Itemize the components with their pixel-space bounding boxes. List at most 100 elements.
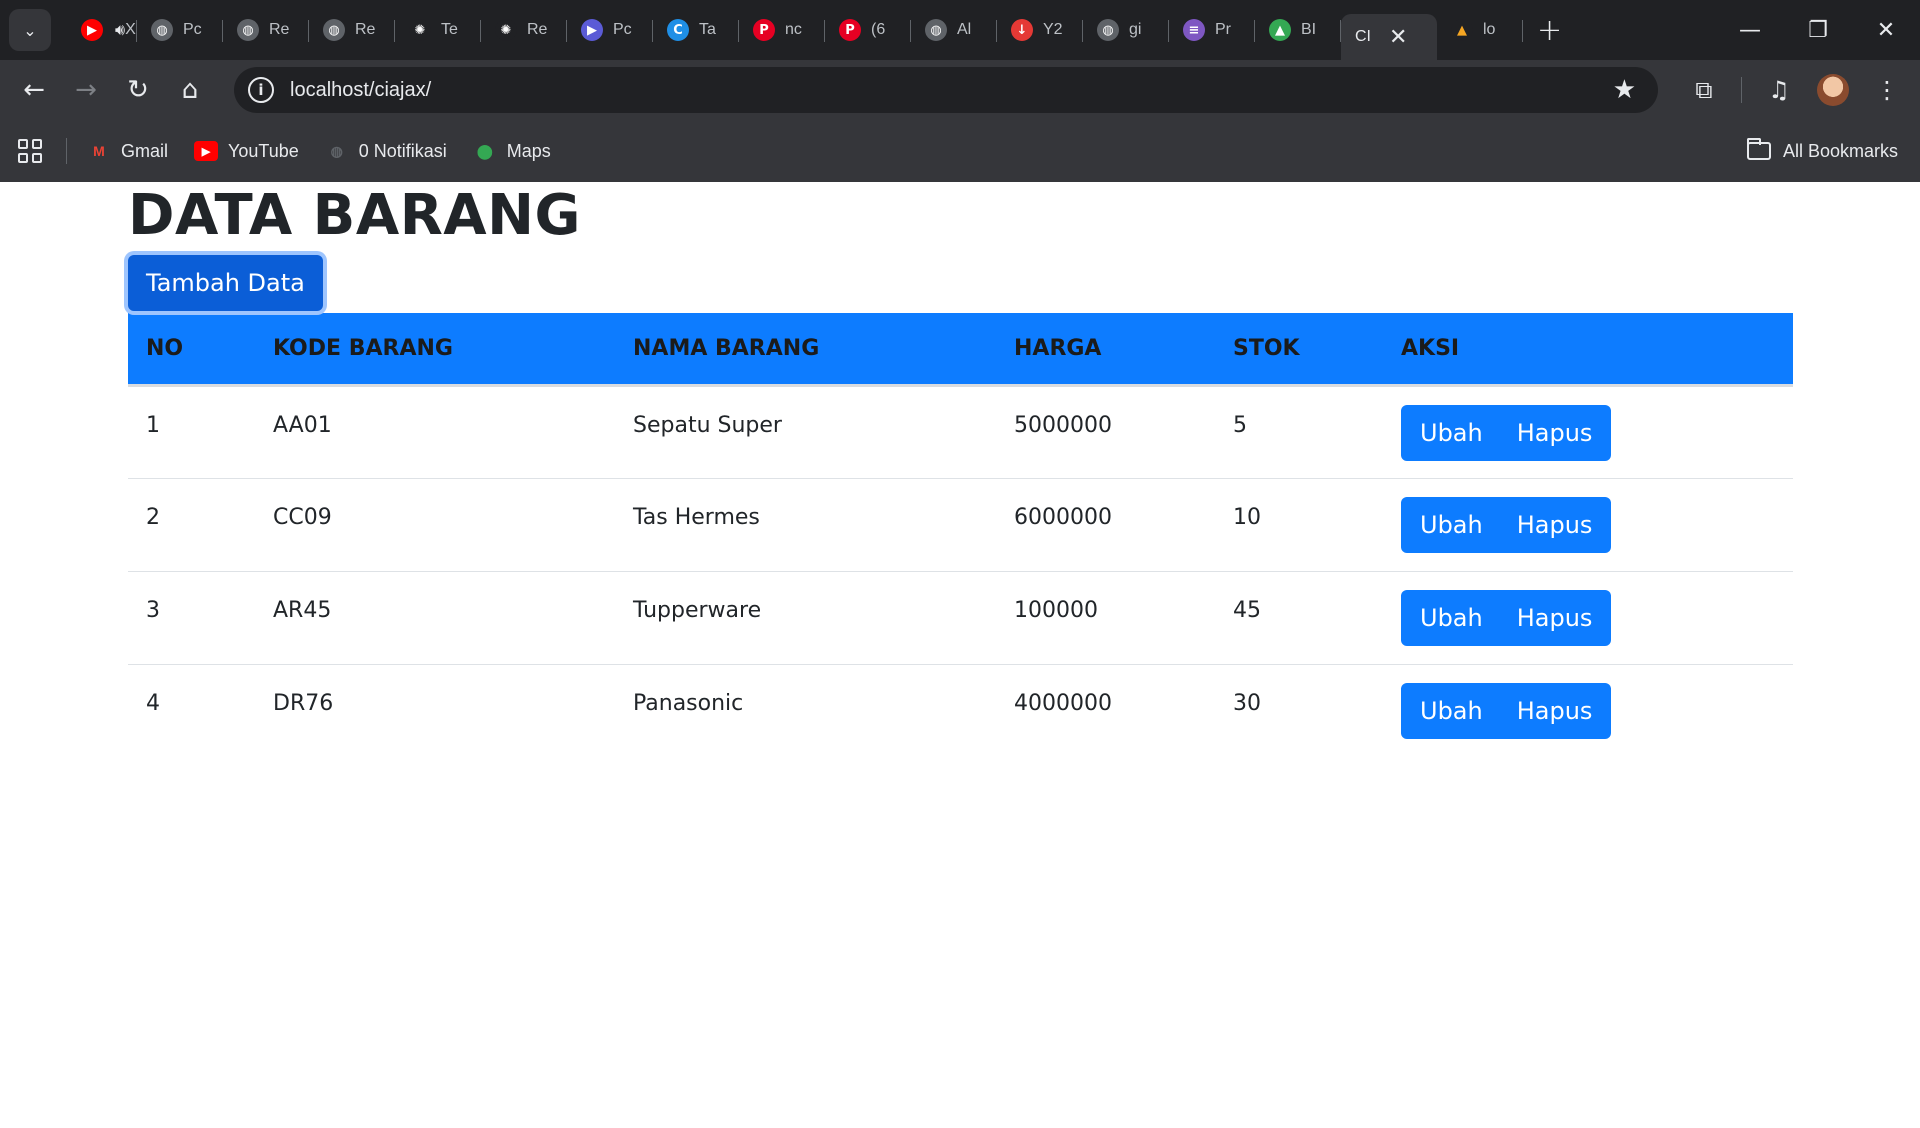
bookmark-label: Maps (506, 140, 551, 161)
cell-kode-barang: AA01 (255, 385, 615, 479)
active-tab[interactable]: CI ✕ (1341, 14, 1437, 60)
delete-button[interactable]: Hapus (1497, 404, 1612, 461)
browser-tab[interactable]: ✺ Te (395, 8, 481, 52)
cell-aksi: Ubah Hapus (1383, 385, 1793, 479)
cell-harga: 4000000 (1014, 690, 1112, 716)
apps-grid-icon[interactable] (18, 139, 42, 163)
tab-label: Al (957, 21, 972, 38)
tab-label: Re (269, 21, 290, 38)
bookmark-list: M Gmail ▶ YouTube ◍ 0 Notifikasi ⬤ Maps (87, 141, 577, 162)
browser-tab[interactable]: P (6 (825, 8, 911, 52)
tab-label: (6 (871, 21, 886, 38)
browser-tab[interactable]: ◍ Re (309, 8, 395, 52)
chevron-down-icon: ⌄ (23, 20, 37, 40)
close-window-icon[interactable]: ✕ (1852, 0, 1920, 60)
page-title: DATA BARANG (128, 183, 581, 248)
delete-button[interactable]: Hapus (1497, 496, 1612, 553)
edit-button[interactable]: Ubah (1401, 404, 1502, 461)
reload-icon: ↻ (127, 75, 149, 105)
browser-tab[interactable]: ↓ Y2 (997, 8, 1083, 52)
globe-icon: ◍ (237, 19, 259, 41)
tab-list: ▶🔊︎XI◍Pc◍Re◍Re✺Te✺Re▶PcCTaPncP(6◍Al↓Y2◍g… (67, 0, 1562, 60)
browser-tab[interactable]: ◍ Al (911, 8, 997, 52)
home-button[interactable]: ⌂ (164, 64, 216, 116)
cell-no: 3 (128, 571, 255, 665)
bookmark-item[interactable]: ⬤ Maps (473, 141, 551, 162)
youtube-icon: ▶ (194, 141, 219, 161)
delete-button[interactable]: Hapus (1497, 589, 1612, 646)
openai-icon: ✺ (495, 19, 517, 41)
table-row: 2 CC09 Tas Hermes 6000000 10 Ubah Hapus (128, 478, 1793, 572)
tab-strip: ⌄ ▶🔊︎XI◍Pc◍Re◍Re✺Te✺Re▶PcCTaPncP(6◍Al↓Y2… (0, 0, 1920, 60)
header-kode-barang: KODE BARANG (255, 313, 615, 387)
browser-tab[interactable]: ▶ 🔊︎XI (67, 8, 137, 52)
browser-tab[interactable]: ◍ Pc (137, 8, 223, 52)
globe-icon: ◍ (925, 19, 947, 41)
all-bookmarks-label: All Bookmarks (1782, 140, 1898, 161)
edit-button[interactable]: Ubah (1401, 682, 1502, 739)
table-row: 3 AR45 Tupperware 100000 45 Ubah Hapus (128, 571, 1793, 665)
bookmark-star-icon[interactable]: ★ (1613, 75, 1636, 105)
media-controls-icon[interactable]: ♫ (1752, 63, 1806, 117)
tab-label: Pc (183, 21, 202, 38)
browser-tab[interactable]: ≡ Pr (1169, 8, 1255, 52)
cell-no: 1 (128, 385, 255, 479)
close-tab-icon[interactable]: ✕ (1389, 25, 1407, 50)
extensions-icon[interactable]: ⧉ (1677, 63, 1731, 117)
browser-tab[interactable]: ✺ Re (481, 8, 567, 52)
items-table: NO KODE BARANG NAMA BARANG HARGA STOK AK… (128, 313, 1793, 757)
tab-label: BI (1301, 21, 1317, 38)
tab-label: XI (125, 21, 137, 38)
toolbar-right: ⧉ ♫ ⋮ (1677, 60, 1920, 120)
add-data-button[interactable]: Tambah Data (128, 255, 323, 312)
browser-tab[interactable]: C Ta (653, 8, 739, 52)
list-icon: ≡ (1183, 19, 1205, 41)
mountain-logo-icon: ▲ (1451, 19, 1473, 41)
bookmark-item[interactable]: ◍ 0 Notifikasi (325, 141, 447, 162)
tab-label: Re (355, 21, 376, 38)
browser-tab[interactable]: ▲ BI (1255, 8, 1341, 52)
forward-button[interactable]: → (60, 64, 112, 116)
tab-label: lo (1483, 21, 1496, 38)
menu-icon[interactable]: ⋮ (1860, 63, 1914, 117)
tab-label: gi (1129, 21, 1142, 38)
profile-button[interactable] (1806, 63, 1860, 117)
restore-icon[interactable]: ❐ (1784, 0, 1852, 60)
edit-button[interactable]: Ubah (1401, 496, 1502, 553)
new-tab-icon[interactable]: + (1537, 13, 1562, 48)
globe-icon: ◍ (323, 19, 345, 41)
home-icon: ⌂ (181, 75, 199, 105)
delete-button[interactable]: Hapus (1497, 682, 1612, 739)
page-content: DATA BARANG Tambah Data NO KODE BARANG N… (128, 182, 1793, 757)
browser-tab[interactable]: ▶ Pc (567, 8, 653, 52)
tab-label: Pr (1215, 21, 1231, 38)
all-bookmarks-button[interactable]: All Bookmarks (1746, 138, 1898, 162)
globe-icon: ◍ (330, 142, 343, 159)
back-button[interactable]: ← (8, 64, 60, 116)
download-icon: ↓ (1011, 19, 1033, 41)
edit-button[interactable]: Ubah (1401, 589, 1502, 646)
cell-stok: 45 (1215, 571, 1383, 665)
cell-stok: 30 (1233, 690, 1261, 716)
site-info-icon[interactable]: i (248, 77, 274, 103)
cell-aksi: Ubah Hapus (1383, 571, 1793, 665)
tab-label: CI (1355, 28, 1371, 45)
cell-kode-barang: AR45 (255, 571, 615, 665)
cell-harga: 6000000 (996, 478, 1215, 572)
url-text[interactable]: localhost/ciajax/ (290, 79, 431, 102)
minimize-icon[interactable]: — (1716, 0, 1784, 60)
bookmark-item[interactable]: M Gmail (87, 141, 168, 162)
arrow-right-icon: → (75, 75, 97, 105)
browser-tab[interactable]: ◍ Re (223, 8, 309, 52)
address-bar[interactable]: i localhost/ciajax/ ★ (234, 67, 1658, 113)
browser-tab[interactable]: ◍ gi (1083, 8, 1169, 52)
browser-tab[interactable]: ▲ lo (1437, 8, 1523, 52)
bookmark-item[interactable]: ▶ YouTube (194, 141, 299, 162)
speaker-icon[interactable]: 🔊︎ (115, 20, 125, 40)
video-icon: ▶ (581, 19, 603, 41)
tab-search-button[interactable]: ⌄ (9, 9, 51, 51)
header-nama-barang: NAMA BARANG (615, 313, 996, 387)
reload-button[interactable]: ↻ (112, 64, 164, 116)
browser-tab[interactable]: Pnc (739, 8, 825, 52)
table-row: 1 AA01 Sepatu Super 5000000 5 Ubah Hapus (128, 385, 1793, 479)
